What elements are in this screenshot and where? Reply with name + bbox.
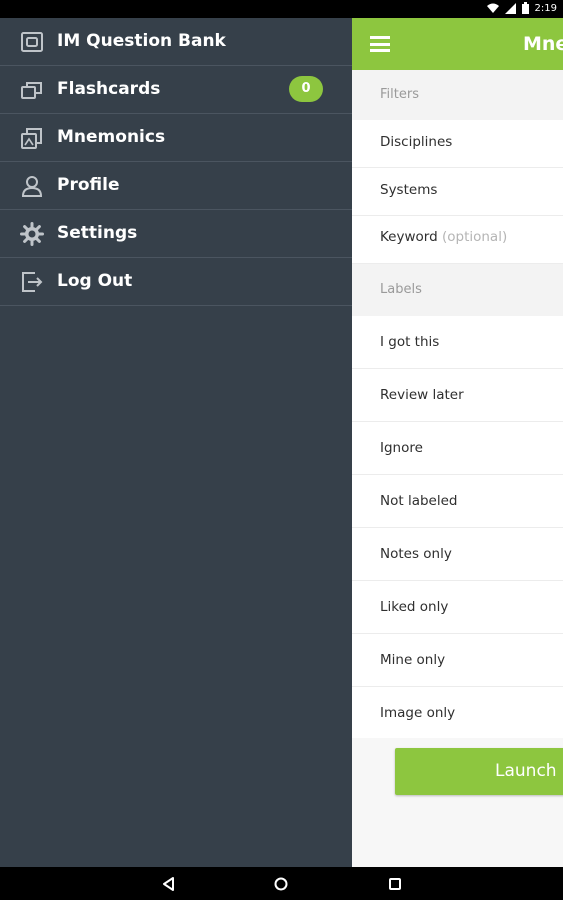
page-title: Mnemonics [523, 33, 563, 55]
logout-icon [22, 272, 43, 292]
label-row-mine-only[interactable]: Mine only [352, 634, 563, 687]
menu-icon[interactable] [370, 36, 390, 52]
question-bank-icon [21, 32, 43, 52]
label-row-notes-only[interactable]: Notes only [352, 528, 563, 581]
drawer-item-label: Mnemonics [57, 127, 166, 147]
label-row-not-labeled[interactable]: Not labeled [352, 475, 563, 528]
disciplines-row[interactable]: Disciplines [352, 120, 563, 168]
labels-header-label: Labels [380, 282, 422, 297]
home-icon[interactable] [272, 875, 290, 893]
keyword-hint: (optional) [441, 229, 508, 245]
label-row-image-only[interactable]: Image only [352, 687, 563, 738]
systems-row[interactable]: Systems [352, 168, 563, 216]
system-nav-bar [0, 867, 563, 900]
list-item: Notes only [380, 546, 452, 562]
drawer-item-label: Settings [57, 223, 138, 243]
list-item: Not labeled [380, 493, 458, 509]
list-item: Image only [380, 705, 456, 721]
drawer-item-flashcards[interactable]: Flashcards 0 [0, 66, 352, 114]
battery-icon [521, 2, 529, 14]
status-bar: 2:19 [0, 0, 563, 18]
recents-icon[interactable] [386, 875, 404, 893]
labels-header: Labels [352, 264, 563, 316]
drawer-item-profile[interactable]: Profile [0, 162, 352, 210]
drawer-item-label: IM Question Bank [57, 31, 226, 51]
main-panel: Mnemonics Filters Disciplines Systems Ke… [352, 18, 563, 867]
keyword-field[interactable]: Keyword (optional) [380, 229, 507, 245]
list-item: Mine only [380, 652, 446, 668]
launch-button[interactable]: Launch [395, 748, 563, 795]
flashcards-icon [21, 82, 42, 99]
navigation-drawer: IM Question Bank Flashcards 0 Mnemonics … [0, 18, 352, 867]
flashcards-count-badge: 0 [289, 76, 323, 102]
app-bar: Mnemonics [352, 18, 563, 70]
label-row-liked-only[interactable]: Liked only [352, 581, 563, 634]
drawer-item-mnemonics[interactable]: Mnemonics [0, 114, 352, 162]
wifi-icon [486, 3, 499, 13]
drawer-item-question-bank[interactable]: IM Question Bank [0, 18, 352, 66]
label-row-review-later[interactable]: Review later [352, 369, 563, 422]
list-item: I got this [380, 334, 440, 350]
status-icons: 2:19 [486, 2, 557, 14]
label-row-got-this[interactable]: I got this [352, 316, 563, 369]
label-row-ignore[interactable]: Ignore [352, 422, 563, 475]
drawer-item-label: Profile [57, 175, 120, 195]
gear-icon [20, 222, 44, 246]
drawer-item-label: Log Out [57, 271, 133, 291]
filters-header-label: Filters [380, 87, 419, 102]
filters-header: Filters [352, 70, 563, 120]
mnemonics-icon [21, 128, 42, 149]
list-item: Ignore [380, 440, 423, 456]
list-item: Liked only [380, 599, 449, 615]
signal-icon [504, 2, 516, 14]
systems-label: Systems [380, 182, 438, 198]
keyword-label: Keyword [380, 229, 438, 245]
keyword-row[interactable]: Keyword (optional) [352, 216, 563, 264]
launch-button-label: Launch [495, 761, 557, 781]
drawer-item-logout[interactable]: Log Out [0, 258, 352, 306]
back-icon[interactable] [160, 875, 178, 893]
status-time: 2:19 [534, 2, 557, 14]
drawer-item-settings[interactable]: Settings [0, 210, 352, 258]
profile-icon [21, 176, 43, 197]
list-item: Review later [380, 387, 464, 403]
drawer-item-label: Flashcards [57, 79, 161, 99]
disciplines-label: Disciplines [380, 134, 453, 150]
